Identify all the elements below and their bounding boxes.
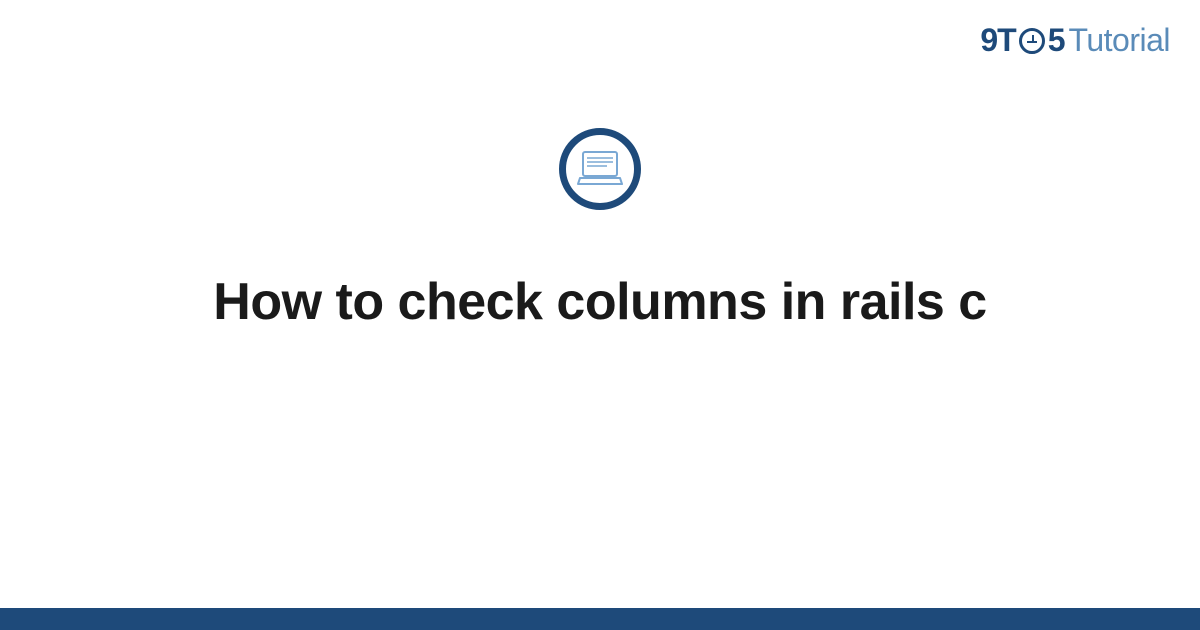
logo-text-9t: 9T [980,22,1015,59]
clock-icon [1019,28,1045,54]
logo-text-tutorial: Tutorial [1068,22,1170,59]
laptop-icon [577,150,623,188]
page-title: How to check columns in rails c [213,272,986,332]
main-content: How to check columns in rails c [0,128,1200,332]
site-logo: 9T 5 Tutorial [980,22,1170,59]
logo-text-5: 5 [1048,22,1065,59]
footer-accent-bar [0,608,1200,630]
icon-badge [559,128,641,210]
